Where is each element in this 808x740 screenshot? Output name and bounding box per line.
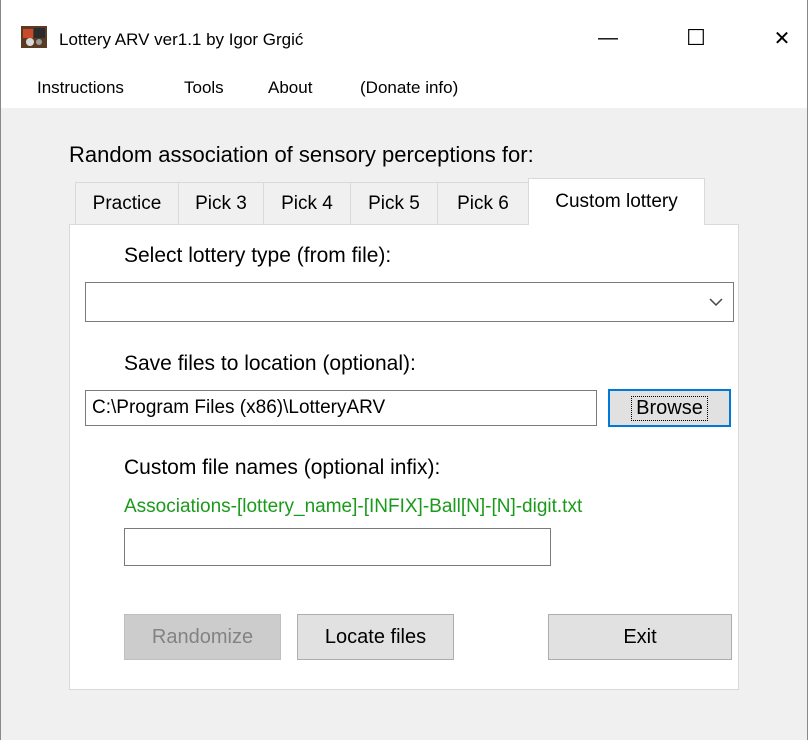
infix-input[interactable] bbox=[124, 528, 551, 566]
close-icon: ✕ bbox=[773, 27, 791, 50]
minimize-icon: — bbox=[598, 26, 618, 49]
menu-tools[interactable]: Tools bbox=[184, 78, 224, 98]
tab-pick-4[interactable]: Pick 4 bbox=[263, 182, 351, 224]
locate-files-button[interactable]: Locate files bbox=[297, 614, 454, 660]
page-heading: Random association of sensory perception… bbox=[69, 142, 534, 167]
menu-bar: Instructions Tools About (Donate info) bbox=[1, 68, 807, 109]
randomize-label: Randomize bbox=[151, 625, 254, 648]
menu-instructions[interactable]: Instructions bbox=[37, 78, 124, 98]
menu-about[interactable]: About bbox=[268, 78, 312, 98]
maximize-button[interactable]: ☐ bbox=[673, 18, 719, 58]
custom-names-label: Custom file names (optional infix): bbox=[124, 456, 441, 479]
chevron-down-icon bbox=[709, 298, 723, 307]
tab-pick-6[interactable]: Pick 6 bbox=[437, 182, 529, 224]
tab-practice[interactable]: Practice bbox=[75, 182, 179, 224]
save-location-input[interactable]: C:\Program Files (x86)\LotteryARV bbox=[85, 390, 597, 426]
randomize-button[interactable]: Randomize bbox=[124, 614, 281, 660]
close-button[interactable]: ✕ bbox=[759, 18, 805, 58]
menu-donate-info[interactable]: (Donate info) bbox=[360, 78, 458, 98]
exit-button[interactable]: Exit bbox=[548, 614, 732, 660]
title-bar[interactable]: Lottery ARV ver1.1 by Igor Grgić — ☐ ✕ bbox=[1, 0, 807, 68]
save-location-value: C:\Program Files (x86)\LotteryARV bbox=[92, 397, 386, 418]
maximize-icon: ☐ bbox=[686, 25, 706, 50]
tab-pick-3[interactable]: Pick 3 bbox=[178, 182, 264, 224]
app-icon bbox=[21, 26, 47, 48]
tab-custom-lottery[interactable]: Custom lottery bbox=[528, 178, 705, 225]
browse-button[interactable]: Browse bbox=[608, 389, 731, 427]
select-lottery-label: Select lottery type (from file): bbox=[124, 244, 392, 267]
exit-label: Exit bbox=[623, 625, 657, 648]
window-title: Lottery ARV ver1.1 by Igor Grgić bbox=[59, 30, 304, 49]
save-location-label: Save files to location (optional): bbox=[124, 352, 416, 375]
app-window: Lottery ARV ver1.1 by Igor Grgić — ☐ ✕ I… bbox=[0, 0, 808, 740]
minimize-button[interactable]: — bbox=[585, 18, 631, 58]
lottery-type-select[interactable] bbox=[85, 282, 734, 322]
locate-files-label: Locate files bbox=[324, 625, 427, 648]
filename-pattern: Associations-[lottery_name]-[INFIX]-Ball… bbox=[124, 496, 583, 517]
tab-pick-5[interactable]: Pick 5 bbox=[350, 182, 438, 224]
browse-label: Browse bbox=[631, 395, 708, 421]
